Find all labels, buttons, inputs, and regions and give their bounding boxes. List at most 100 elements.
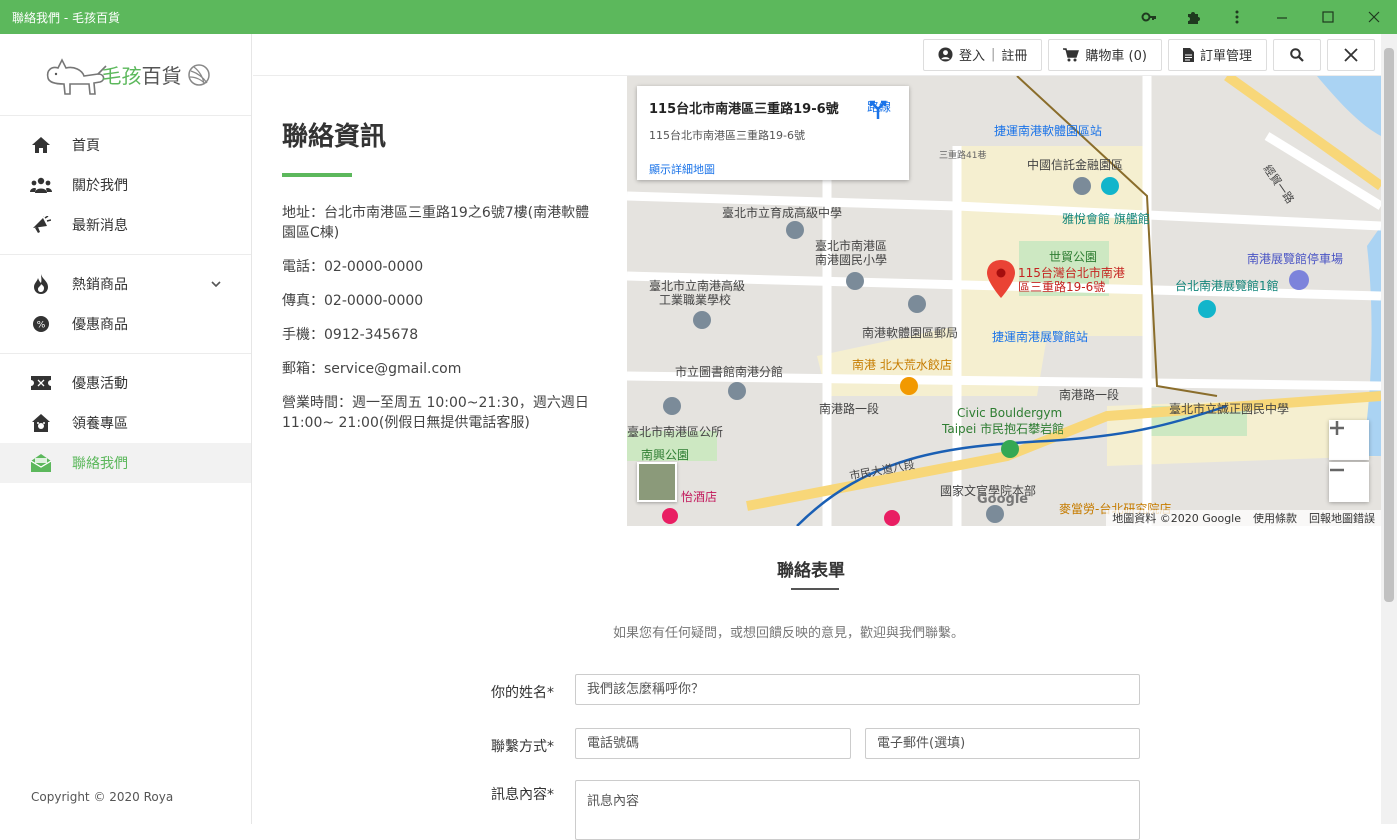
hours-text: 營業時間：週一至周五 10:00~21:30，週六週日 11:00~ 21:00… (282, 395, 589, 431)
close-icon (1344, 47, 1358, 62)
copyright: Copyright © 2020 Roya (31, 790, 174, 804)
place-title: 115台北市南港區三重路19-6號 (649, 102, 839, 117)
satellite-toggle[interactable] (637, 462, 677, 502)
name-input[interactable] (575, 674, 1140, 705)
more-vert-icon[interactable] (1215, 0, 1259, 34)
contact-method-label: 聯繫方式* (491, 739, 554, 755)
map-label: 南港 北大荒水餃店 (852, 358, 952, 372)
phone-input[interactable] (575, 728, 851, 759)
map-label: 捷運南港展覽館站 (992, 330, 1089, 344)
document-icon (1182, 47, 1194, 62)
ticket-icon (30, 372, 52, 394)
sidebar-item-label: 聯絡我們 (72, 456, 128, 472)
sidebar-item-label: 關於我們 (72, 178, 128, 194)
form-title: 聯絡表單 (777, 561, 845, 581)
form-description: 如果您有任何疑問，或想回饋反映的意見，歡迎與我們聯繫。 (613, 626, 965, 641)
map-data-credit: 地圖資料 ©2020 Google (1112, 512, 1241, 525)
map-label: 南港路一段 (819, 402, 880, 416)
email-input[interactable] (865, 728, 1140, 759)
window-title: 聯絡我們 - 毛孩百貨 (12, 10, 120, 25)
sidebar-item-home[interactable]: 首頁 (0, 125, 251, 165)
orders-button[interactable]: 訂單管理 (1167, 38, 1267, 71)
page-scrollbar[interactable] (1381, 34, 1397, 824)
map-label: 雅悅會館 旗艦館 (1062, 212, 1150, 226)
scrollbar-thumb[interactable] (1384, 48, 1394, 602)
map-label: Civic Bouldergym (957, 406, 1063, 420)
fax-text: 傳真：02-0000-0000 (282, 293, 424, 309)
map-label: 工業職業學校 (659, 293, 732, 307)
contact-info-title: 聯絡資訊 (282, 122, 387, 152)
map-label: 臺北市立誠正國民中學 (1169, 402, 1290, 416)
fire-icon (30, 273, 52, 295)
sidebar-item-label: 領養專區 (72, 416, 128, 432)
show-larger-map-link[interactable]: 顯示詳細地圖 (649, 161, 715, 177)
logo[interactable]: 毛孩百貨 (0, 34, 251, 116)
home-icon (30, 134, 52, 156)
map-label: 南港軟體園區郵局 (862, 326, 959, 340)
search-button[interactable] (1273, 38, 1321, 71)
brand-name: 毛孩百貨 (101, 64, 182, 88)
map-label: 怡酒店 (681, 490, 718, 504)
nav-group-main: 首頁 關於我們 最新消息 (0, 116, 251, 255)
login-register-button[interactable]: 登入 | 註冊 (923, 38, 1043, 71)
top-toolbar: 登入 | 註冊 購物車 (0) 訂單管理 (253, 34, 1381, 76)
message-textarea[interactable] (575, 780, 1140, 840)
zoom-in-button[interactable] (1329, 420, 1369, 460)
sidebar: 毛孩百貨 首頁 關於我們 最新消息 熱銷商品 % 優惠商品 優惠活動 領養專區 … (0, 34, 252, 824)
key-icon[interactable] (1127, 0, 1171, 34)
map-footer: 地圖資料 ©2020 Google 使用條款 回報地圖錯誤 (1106, 510, 1381, 526)
sidebar-item-label: 優惠商品 (72, 317, 128, 333)
chevron-down-icon[interactable] (211, 276, 221, 290)
map-report-link[interactable]: 回報地圖錯誤 (1309, 510, 1375, 526)
sidebar-item-contact[interactable]: 聯絡我們 (0, 443, 251, 483)
cart-button[interactable]: 購物車 (0) (1048, 38, 1162, 71)
title-underline (282, 173, 352, 177)
map-terms-link[interactable]: 使用條款 (1253, 510, 1297, 526)
cart-icon (1063, 47, 1080, 61)
sidebar-item-hot-products[interactable]: 熱銷商品 (0, 264, 251, 304)
sidebar-item-label: 優惠活動 (72, 376, 128, 392)
extensions-puzzle-icon[interactable] (1171, 0, 1215, 34)
sidebar-item-events[interactable]: 優惠活動 (0, 363, 251, 403)
svg-text:%: % (37, 321, 46, 331)
envelope-open-icon (30, 452, 52, 474)
map-label: 台北南港展覽館1館 (1175, 279, 1279, 293)
sidebar-item-news[interactable]: 最新消息 (0, 205, 251, 245)
map-label: 捷運南港軟體園區站 (994, 124, 1103, 138)
maximize-button[interactable] (1305, 0, 1351, 34)
map-label: 三重路41巷 (939, 151, 987, 161)
nav-group-events: 優惠活動 領養專區 聯絡我們 (0, 354, 251, 492)
mobile-text: 手機：0912-345678 (282, 327, 419, 343)
orders-label: 訂單管理 (1199, 49, 1252, 64)
map-pin-label: 115台灣台北市南港 區三重路19-6號 (1018, 266, 1125, 294)
map-label: 南港展覽館停車場 (1247, 252, 1344, 266)
map-label: Taipei 市民抱石攀岩館 (942, 422, 1065, 436)
map-label: 臺北市立育成高級中學 (722, 206, 843, 220)
map-label: 市立圖書館南港分館 (675, 365, 784, 379)
map-label: 世貿公園 (1049, 250, 1098, 264)
cart-label: 購物車 (0) (1085, 49, 1147, 64)
plus-icon (1330, 421, 1344, 435)
directions-button[interactable]: 路線 (867, 98, 891, 119)
sidebar-item-about[interactable]: 關於我們 (0, 165, 251, 205)
google-watermark: Google (977, 492, 1029, 507)
address-text: 地址：台北市南港區三重路19之6號7樓(南港軟體園區C棟) (282, 205, 590, 241)
sidebar-item-sale-products[interactable]: % 優惠商品 (0, 304, 251, 344)
email-text: 郵箱：service@gmail.com (282, 361, 462, 377)
zoom-out-button[interactable] (1329, 462, 1369, 502)
close-button[interactable] (1327, 38, 1375, 71)
minus-icon (1330, 468, 1344, 472)
user-circle-icon (938, 47, 953, 62)
phone-text: 電話：02-0000-0000 (282, 259, 424, 275)
minimize-button[interactable] (1259, 0, 1305, 34)
dog-logo-icon (46, 57, 107, 95)
sidebar-item-adoption[interactable]: 領養專區 (0, 403, 251, 443)
google-map[interactable]: 捷運南港軟體園區站 中國信託金融園區 雅悅會館 旗艦館 臺北市立育成高級中學 臺… (627, 76, 1381, 526)
place-address: 115台北市南港區三重路19-6號 (649, 129, 805, 142)
name-label: 你的姓名* (491, 685, 554, 701)
close-window-button[interactable] (1351, 0, 1397, 34)
pet-house-icon (30, 412, 52, 434)
sidebar-item-label: 最新消息 (72, 218, 128, 234)
map-label: 南興公園 (641, 448, 690, 462)
login-label: 登入 (959, 49, 986, 64)
